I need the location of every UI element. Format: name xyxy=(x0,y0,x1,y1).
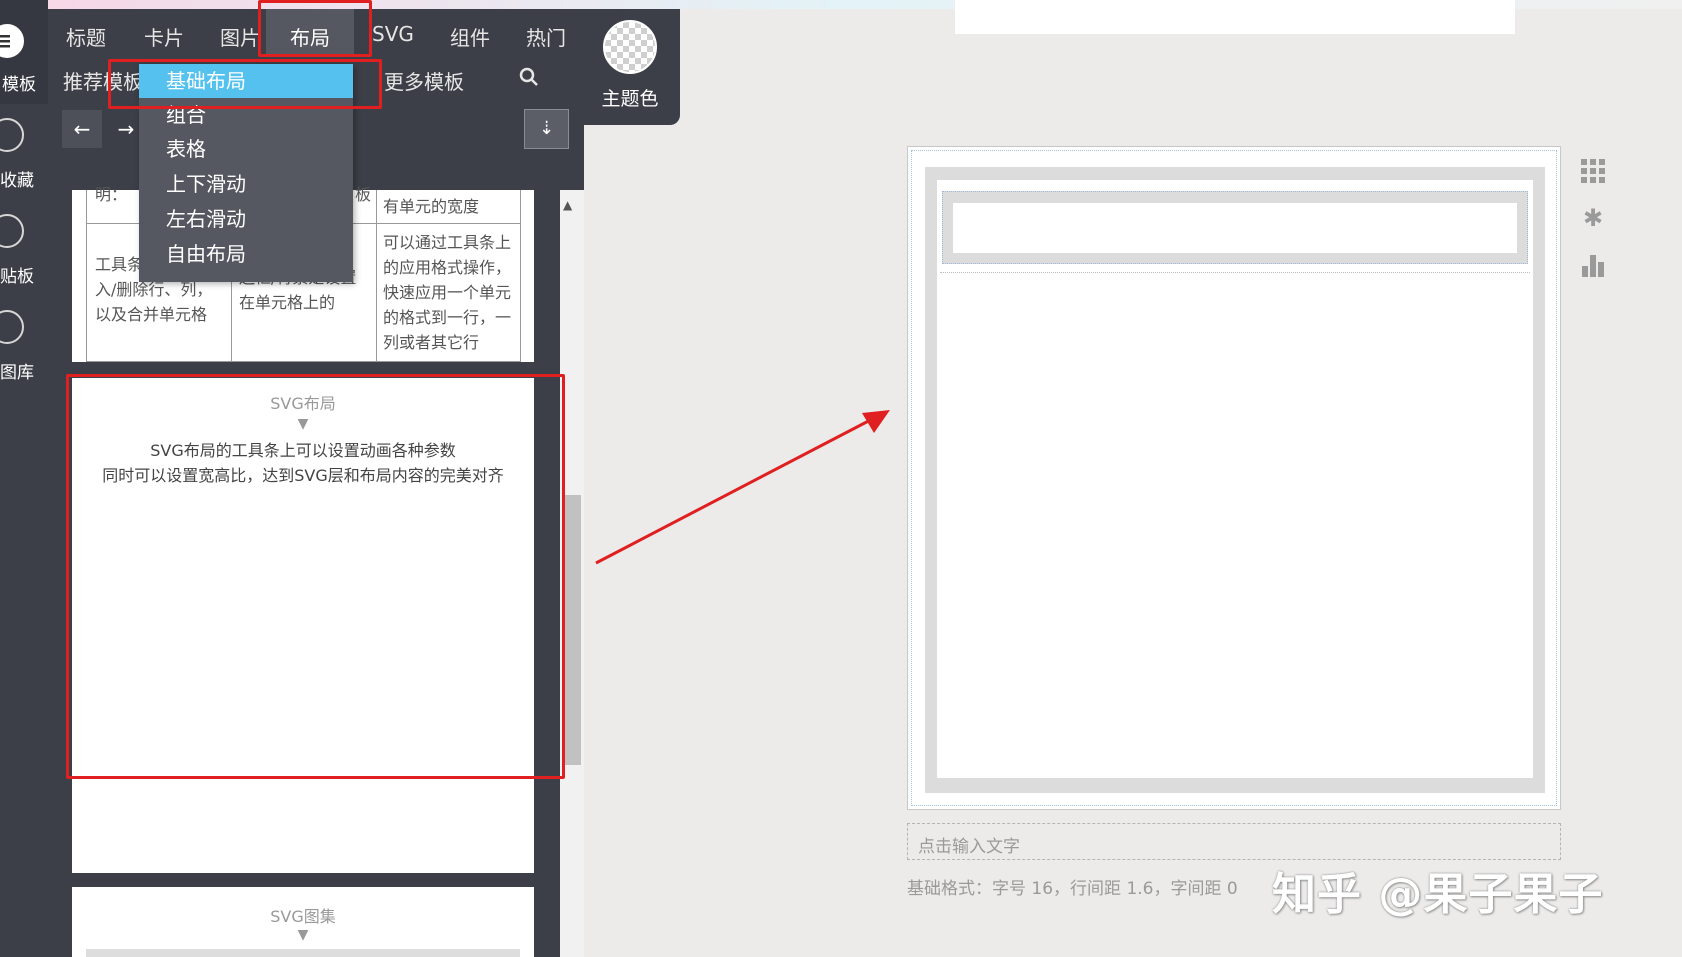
clipboard-icon xyxy=(0,214,24,248)
table-cell: 以及合并单元格 xyxy=(95,305,208,324)
frame-content-area[interactable] xyxy=(937,180,1533,778)
table-cell: 列或者其它行 xyxy=(383,333,480,352)
theme-color-label: 主题色 xyxy=(601,88,659,110)
back-arrow-icon[interactable]: ← xyxy=(62,110,102,148)
format-note: 基础格式：字号 16，行间距 1.6，字间距 0 xyxy=(907,879,1238,899)
text-input-placeholder: 点击输入文字 xyxy=(918,837,1020,857)
annotation-box xyxy=(108,59,382,109)
table-cell: 的应用格式操作， xyxy=(383,258,512,277)
rail-clipboard-label: 贴板 xyxy=(0,267,34,287)
table-cell: 板 xyxy=(355,185,372,204)
tab-title[interactable]: 标题 xyxy=(56,18,116,55)
gallery-icon xyxy=(0,310,24,344)
triangle-down-icon: ▼ xyxy=(297,927,309,943)
search-icon[interactable] xyxy=(518,66,540,92)
table-divider xyxy=(87,361,521,362)
table-cell: 有单元的宽度 xyxy=(383,197,480,216)
table-cell: 在单元格上的 xyxy=(239,293,336,312)
grid-icon[interactable] xyxy=(1578,158,1608,190)
text-input-field[interactable]: 点击输入文字 xyxy=(907,823,1561,860)
list-icon xyxy=(0,24,24,58)
svg-atlas-card[interactable]: SVG图集 ▼ xyxy=(72,887,534,957)
gear-icon[interactable]: ✱ xyxy=(1578,204,1608,232)
menu-item-free-layout[interactable]: 自由布局 xyxy=(139,237,353,271)
tab-components[interactable]: 组件 xyxy=(440,18,500,55)
svg-atlas-title: SVG图集 xyxy=(270,907,336,926)
bar-chart-icon[interactable] xyxy=(1578,252,1608,284)
table-divider xyxy=(376,190,377,362)
rail-favorites[interactable]: 收藏 xyxy=(0,118,48,191)
menu-item-horizontal-scroll[interactable]: 左右滑动 xyxy=(139,202,353,236)
tab-card[interactable]: 卡片 xyxy=(134,18,194,55)
rail-templates-label: 模板 xyxy=(2,75,36,95)
table-cell: 工具条 xyxy=(95,255,144,274)
rail-favorites-label: 收藏 xyxy=(0,171,34,191)
frame-header-input[interactable] xyxy=(953,203,1517,253)
annotation-arrow-icon xyxy=(595,410,890,565)
scrollbar-thumb[interactable] xyxy=(565,495,581,765)
rail-gallery-label: 图库 xyxy=(0,363,34,383)
rail-templates[interactable]: 模板 xyxy=(0,24,48,95)
rail-clipboard[interactable]: 贴板 xyxy=(0,214,48,287)
more-templates-link[interactable]: 更多模板 xyxy=(384,66,464,95)
table-cell: 可以通过工具条上 xyxy=(383,233,512,252)
watermark: 知乎 @果子果子 xyxy=(1272,869,1604,920)
canvas-top-card xyxy=(955,0,1515,34)
annotation-box xyxy=(258,0,372,57)
scroll-up-arrow-icon[interactable]: ▲ xyxy=(563,198,572,212)
tab-popular[interactable]: 热门 xyxy=(516,18,576,55)
table-divider xyxy=(520,190,521,362)
table-cell: 明： xyxy=(95,185,128,204)
sort-icon[interactable]: ⇣ xyxy=(524,109,569,149)
favorites-icon xyxy=(0,118,24,152)
menu-item-table[interactable]: 表格 xyxy=(139,132,353,166)
table-cell: 的格式到一行，一 xyxy=(383,308,512,327)
annotation-box xyxy=(66,374,565,779)
atlas-preview xyxy=(86,949,520,957)
rail-gallery[interactable]: 图库 xyxy=(0,310,48,383)
frame-separator xyxy=(940,272,1530,273)
theme-color-swatch xyxy=(603,20,657,74)
table-cell: 快速应用一个单元 xyxy=(383,283,512,302)
theme-color-button[interactable]: 主题色 xyxy=(600,20,660,111)
menu-item-vertical-scroll[interactable]: 上下滑动 xyxy=(139,167,353,201)
